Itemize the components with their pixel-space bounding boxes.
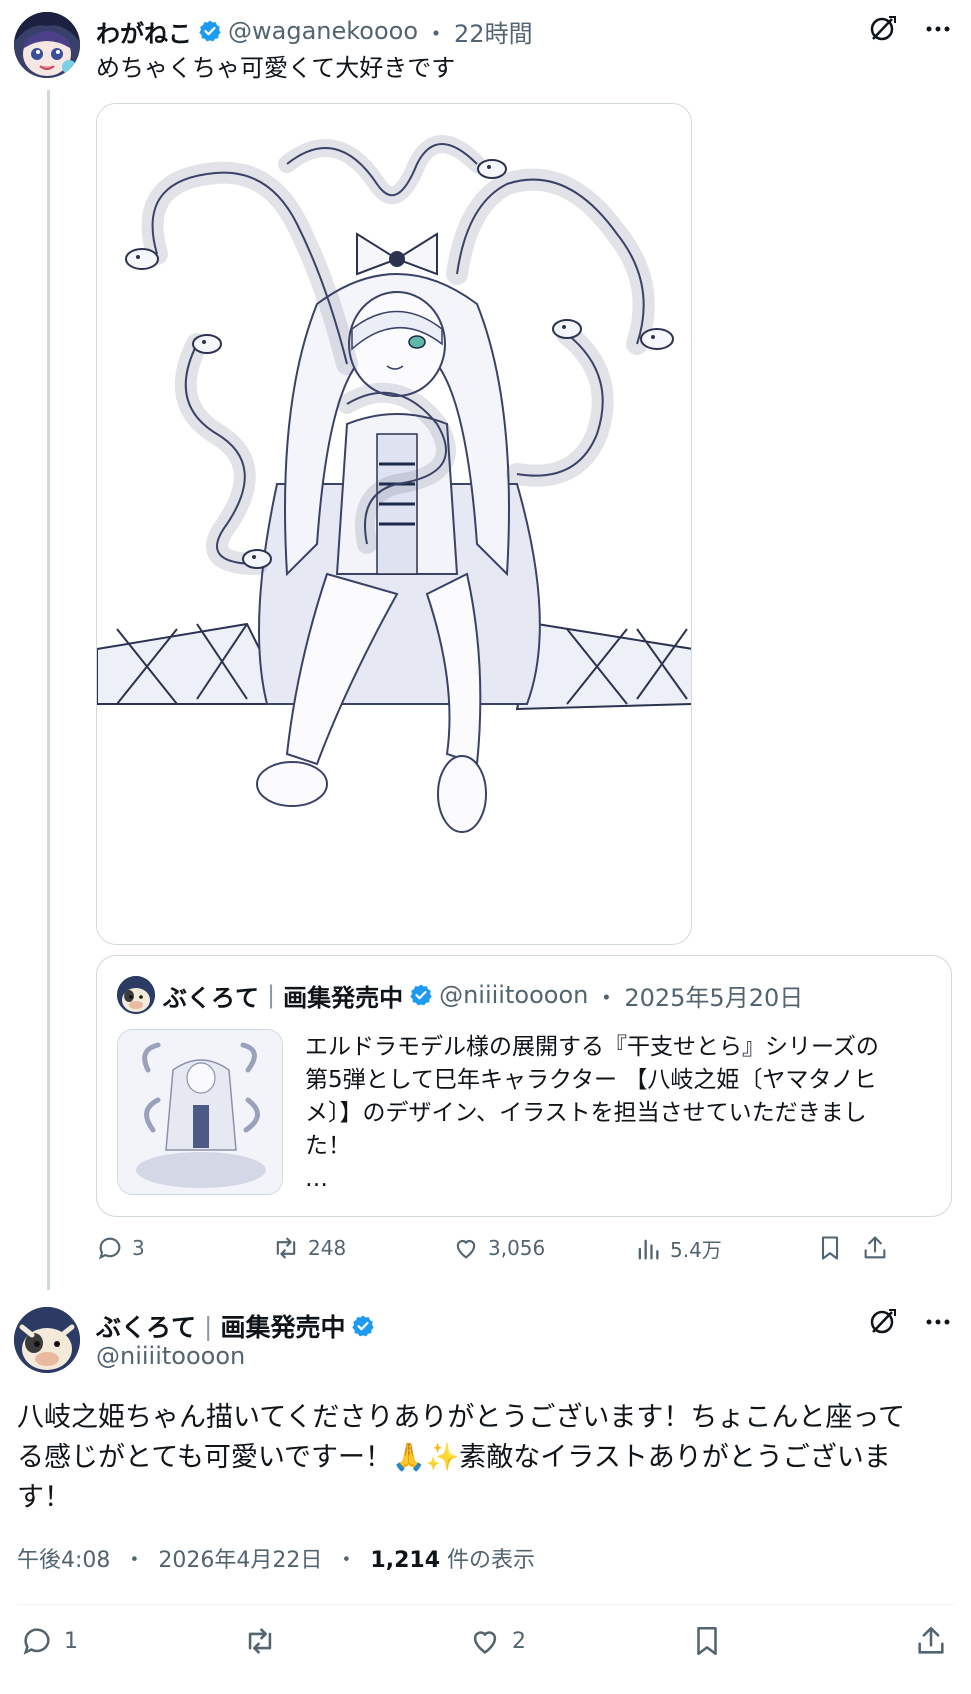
quote-author-suffix: 画集発売中 bbox=[283, 983, 404, 1012]
separator-dot: ・ bbox=[335, 1548, 358, 1573]
author-name[interactable]: わがねこ bbox=[96, 14, 192, 49]
share-icon bbox=[918, 1626, 944, 1654]
retweet-count: 248 bbox=[308, 1236, 347, 1260]
verified-badge-icon bbox=[409, 983, 433, 1007]
tweet-image[interactable] bbox=[96, 103, 692, 945]
like-button[interactable]: 2 bbox=[468, 1624, 526, 1658]
thread-line bbox=[47, 90, 50, 1290]
grok-icon[interactable] bbox=[867, 1307, 897, 1337]
reply-top-actions bbox=[867, 1307, 953, 1337]
name-separator: | bbox=[204, 1311, 213, 1341]
quote-text-line: エルドラモデル様の展開する『干支せとら』シリーズの bbox=[305, 1034, 879, 1060]
heart-icon bbox=[456, 1240, 476, 1259]
share-icon bbox=[864, 1236, 886, 1259]
divider bbox=[17, 1604, 954, 1605]
quote-author-name[interactable]: ぶくろて bbox=[163, 978, 259, 1013]
quote-header: ぶくろて | 画集発売中 @niiiitoooon ・ 2025年5月20日 bbox=[117, 976, 803, 1014]
reply-icon bbox=[98, 1237, 121, 1260]
quote-text-line: た！ bbox=[305, 1133, 351, 1159]
views-label: 件の表示 bbox=[447, 1548, 536, 1573]
avatar[interactable] bbox=[14, 12, 80, 78]
views-count: 5.4万 bbox=[670, 1238, 722, 1262]
reply-author-suffix: 画集発売中 bbox=[220, 1313, 346, 1342]
quote-handle[interactable]: @niiiitoooon bbox=[439, 981, 588, 1009]
reply-header: ぶくろて | 画集発売中 bbox=[96, 1308, 381, 1344]
heart-icon bbox=[473, 1631, 497, 1654]
separator-dot: ・ bbox=[424, 19, 449, 48]
verified-badge-icon bbox=[198, 19, 222, 43]
retweet-button[interactable] bbox=[243, 1624, 277, 1658]
tweet-text: めちゃくちゃ可愛くて大好きです bbox=[96, 54, 456, 82]
quote-text: エルドラモデル様の展開する『干支せとら』シリーズの 第5弾として巳年キャラクター… bbox=[305, 1031, 935, 1196]
reply-author-name[interactable]: ぶくろて bbox=[96, 1308, 196, 1344]
bookmark-button[interactable] bbox=[816, 1234, 844, 1262]
reply-handle[interactable]: @niiiitoooon bbox=[96, 1342, 245, 1370]
quote-thumbnail[interactable] bbox=[117, 1029, 283, 1195]
retweet-button[interactable]: 248 bbox=[272, 1234, 346, 1262]
reply-text-line: す！ bbox=[17, 1482, 71, 1513]
verified-badge-icon bbox=[351, 1314, 375, 1338]
analytics-icon bbox=[638, 1239, 659, 1259]
like-count: 2 bbox=[512, 1628, 526, 1654]
share-button[interactable] bbox=[861, 1234, 889, 1262]
post-time[interactable]: 午後4:08 bbox=[17, 1548, 110, 1573]
tweet-meta: 午後4:08 ・ 2026年4月22日 ・ 1,214 件の表示 bbox=[17, 1542, 535, 1574]
reply-button[interactable]: 1 bbox=[20, 1624, 78, 1658]
reply-actions: 1 2 bbox=[0, 1624, 971, 1674]
reply-count: 3 bbox=[132, 1236, 145, 1260]
quote-avatar[interactable] bbox=[117, 976, 155, 1014]
tweet-actions: 3 248 3,056 5.4万 bbox=[96, 1234, 956, 1274]
bookmark-icon bbox=[821, 1236, 839, 1260]
author-handle[interactable]: @waganekoooo bbox=[228, 17, 418, 45]
separator-dot: ・ bbox=[594, 983, 619, 1012]
views-number: 1,214 bbox=[370, 1548, 441, 1573]
reply-count: 1 bbox=[64, 1628, 78, 1654]
quoted-tweet[interactable]: ぶくろて | 画集発売中 @niiiitoooon ・ 2025年5月20日 エ… bbox=[96, 955, 952, 1217]
avatar[interactable] bbox=[14, 1307, 80, 1373]
grok-icon[interactable] bbox=[867, 14, 897, 44]
quote-text-line: 第5弾として巳年キャラクター 【八岐之姫〔ヤマタノヒ bbox=[305, 1067, 877, 1093]
original-tweet: わがねこ @waganekoooo ・ 22時間 めちゃくちゃ可愛くて大好きです bbox=[0, 0, 971, 1290]
tweet-time[interactable]: 22時間 bbox=[454, 14, 533, 49]
bookmark-button[interactable] bbox=[690, 1624, 724, 1658]
reply-text: 八岐之姫ちゃん描いてくださりありがとうございます！ちょこんと座って る感じがとて… bbox=[17, 1398, 957, 1518]
quote-text-line: メ〕】のデザイン、イラストを担当させていただきまし bbox=[305, 1100, 867, 1126]
views-button[interactable]: 5.4万 bbox=[634, 1234, 722, 1263]
quote-date[interactable]: 2025年5月20日 bbox=[624, 978, 803, 1013]
retweet-icon bbox=[248, 1628, 272, 1654]
like-count: 3,056 bbox=[488, 1236, 546, 1260]
name-separator: | bbox=[267, 981, 276, 1009]
more-options-icon[interactable] bbox=[923, 14, 953, 44]
like-button[interactable]: 3,056 bbox=[452, 1234, 545, 1262]
post-date[interactable]: 2026年4月22日 bbox=[158, 1548, 322, 1573]
retweet-icon bbox=[276, 1237, 296, 1259]
tweet-header: わがねこ @waganekoooo ・ 22時間 bbox=[96, 14, 533, 48]
reply-text-line: 八岐之姫ちゃん描いてくださりありがとうございます！ちょこんと座って bbox=[17, 1402, 906, 1433]
reply-icon bbox=[23, 1628, 50, 1655]
share-button[interactable] bbox=[914, 1624, 948, 1658]
reply-text-line: る感じがとても可愛いですー！🙏✨素敵なイラストありがとうございま bbox=[17, 1442, 891, 1473]
quote-more[interactable]: … bbox=[305, 1163, 935, 1196]
separator-dot: ・ bbox=[123, 1548, 146, 1573]
tweet-top-actions bbox=[867, 14, 953, 44]
bookmark-icon bbox=[697, 1626, 717, 1656]
reply-button[interactable]: 3 bbox=[96, 1234, 145, 1262]
more-options-icon[interactable] bbox=[923, 1307, 953, 1337]
